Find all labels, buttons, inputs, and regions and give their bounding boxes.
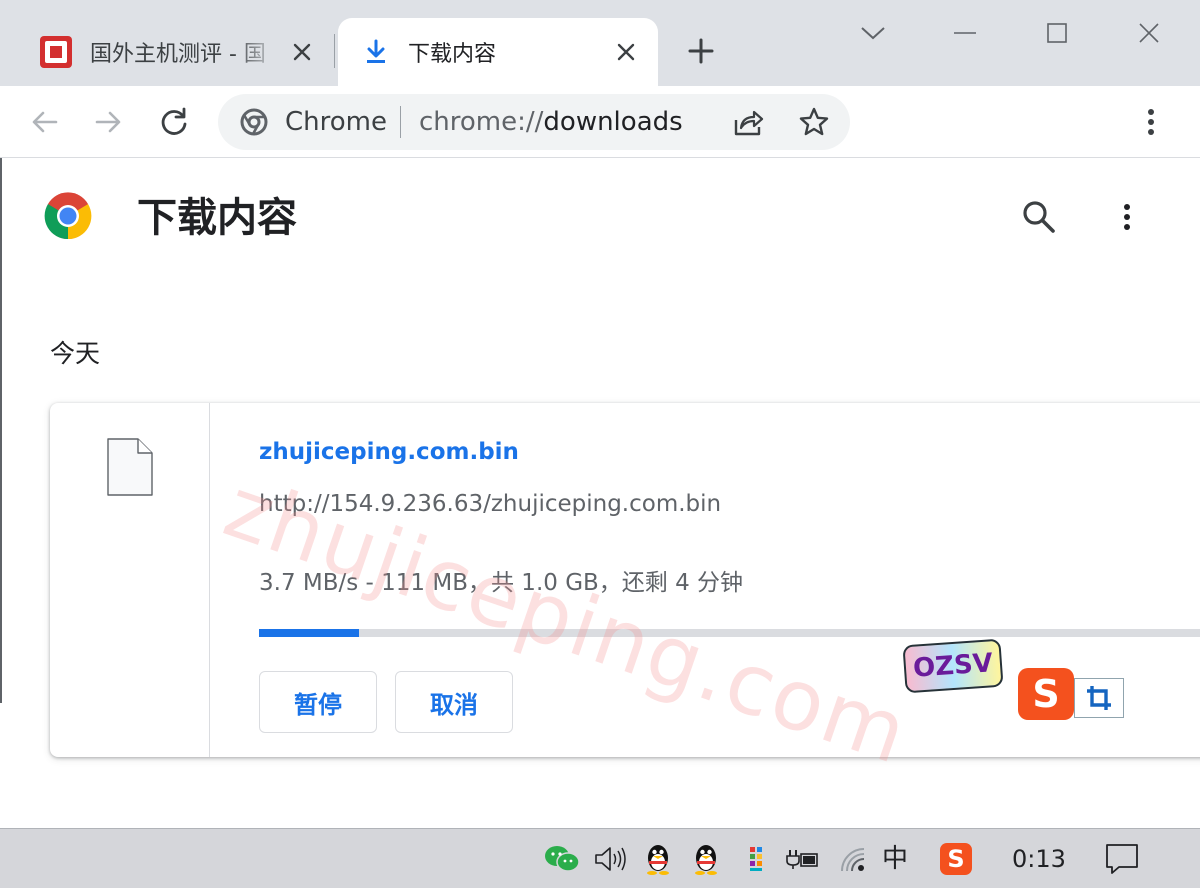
forward-button[interactable] (90, 104, 126, 140)
notification-center-icon[interactable] (1104, 841, 1140, 877)
close-icon[interactable] (614, 40, 638, 64)
tab-strip: 国外主机测评 - 国 下载内容 (0, 0, 1200, 86)
ozsv-sticker: OZSV (902, 638, 1004, 694)
taskbar-clock[interactable]: 0:13 (1012, 843, 1066, 875)
sogou-ime-icon[interactable]: S (938, 841, 974, 877)
tab-zhujiceping[interactable]: 国外主机测评 - 国 (28, 18, 334, 86)
arrow-right-icon (95, 111, 121, 133)
page-title: 下载内容 (137, 195, 297, 241)
wifi-icon[interactable] (836, 841, 872, 877)
chrome-logo-icon (44, 192, 92, 240)
tab-title: 国外主机测评 - 国 (90, 42, 266, 67)
download-progress-bar (259, 629, 1200, 637)
sogou-floating-toolbar[interactable]: S (1018, 668, 1126, 720)
download-status-text: 3.7 MB/s - 111 MB，共 1.0 GB，还剩 4 分钟 (259, 570, 744, 596)
omnibox-chrome-label: Chrome (285, 107, 387, 137)
url-scheme: chrome:// (419, 107, 544, 137)
close-icon[interactable] (290, 40, 314, 64)
colorful-grid-app-icon[interactable] (738, 841, 774, 877)
arrow-left-icon (32, 111, 58, 133)
new-tab-plus-icon[interactable] (686, 36, 716, 66)
more-vert-icon (1124, 204, 1130, 230)
star-icon[interactable] (798, 106, 830, 138)
download-progress-fill (259, 629, 359, 637)
qq-penguin-icon[interactable] (640, 841, 676, 877)
qq-penguin-icon[interactable] (688, 841, 724, 877)
search-icon[interactable] (1020, 198, 1058, 236)
window-edge (0, 158, 2, 703)
back-button[interactable] (27, 104, 63, 140)
date-heading: 今天 (50, 339, 101, 368)
minimize-icon[interactable] (948, 16, 982, 50)
pause-button[interactable]: 暂停 (259, 671, 377, 733)
window-close-icon[interactable] (1132, 16, 1166, 50)
volume-icon[interactable] (592, 841, 628, 877)
tab-title: 下载内容 (408, 42, 497, 67)
omnibox-divider (400, 106, 401, 138)
download-icon (367, 39, 385, 63)
tab-separator (334, 34, 335, 68)
reload-icon (161, 107, 187, 135)
omnibox-url[interactable]: chrome://downloads (419, 106, 683, 138)
browser-menu-button[interactable] (1136, 104, 1166, 140)
chrome-logo-icon (240, 108, 268, 136)
page-menu-button[interactable] (1112, 198, 1142, 236)
share-icon[interactable] (732, 106, 764, 138)
download-file-name-link[interactable]: zhujiceping.com.bin (259, 439, 519, 465)
tab-search-chevron-icon[interactable] (856, 16, 890, 50)
file-icon (107, 438, 153, 496)
maximize-icon[interactable] (1040, 16, 1074, 50)
card-divider (209, 403, 210, 757)
windows-taskbar: 中 S 0:13 (0, 828, 1200, 888)
crop-icon[interactable] (1074, 678, 1124, 718)
omnibox[interactable]: Chrome chrome://downloads (218, 94, 850, 150)
url-path: downloads (543, 107, 683, 137)
tab-downloads[interactable]: 下载内容 (338, 18, 658, 86)
site-favicon-icon (40, 36, 72, 68)
more-vert-icon (1148, 109, 1154, 135)
reload-button[interactable] (156, 104, 192, 140)
browser-toolbar: Chrome chrome://downloads (0, 86, 1200, 158)
sogou-logo-icon[interactable]: S (1018, 668, 1074, 720)
downloads-page: 下载内容 今天 zhujiceping.com.bin http://154.9… (0, 158, 1200, 828)
cancel-button[interactable]: 取消 (395, 671, 513, 733)
ime-language-indicator[interactable]: 中 (882, 841, 908, 877)
sogou-ime-letter: S (940, 843, 972, 875)
power-plug-icon[interactable] (784, 841, 820, 877)
download-source-url: http://154.9.236.63/zhujiceping.com.bin (259, 491, 722, 517)
wechat-icon[interactable] (544, 841, 580, 877)
